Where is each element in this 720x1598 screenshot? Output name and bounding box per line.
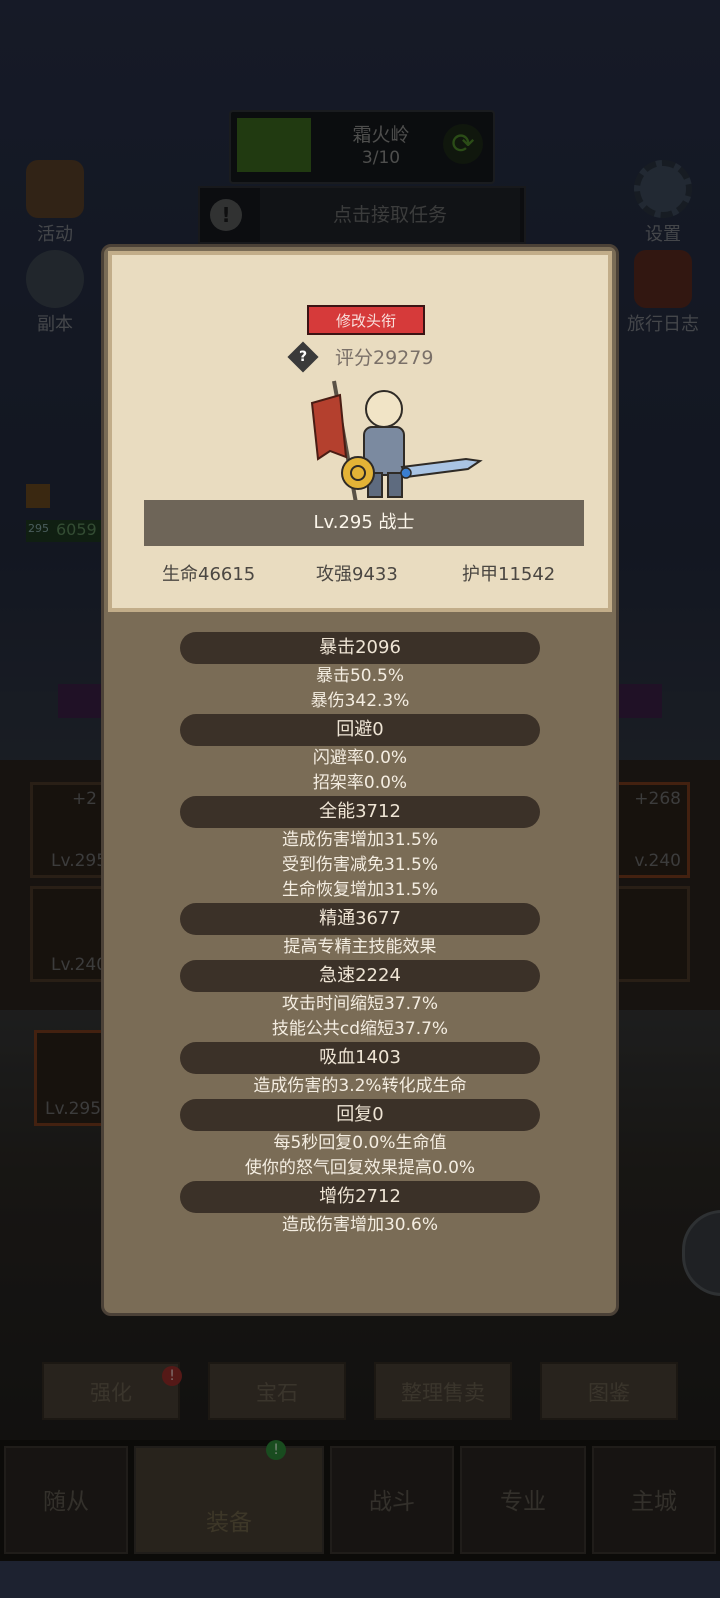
stat-detail: 招架率0.0% bbox=[312, 773, 408, 793]
stat-detail: 每5秒回复0.0%生命值 bbox=[273, 1133, 447, 1153]
stat-detail: 造成伤害增加31.5% bbox=[281, 830, 438, 850]
score-text: 评分29279 bbox=[335, 347, 434, 369]
stat-group-header: 回复0 bbox=[180, 1099, 540, 1131]
stat-group-header: 全能3712 bbox=[180, 796, 540, 828]
stat-group: 回复0 每5秒回复0.0%生命值 使你的怒气回复效果提高0.0% bbox=[104, 1099, 616, 1181]
stat-group: 吸血1403 造成伤害的3.2%转化成生命 bbox=[104, 1042, 616, 1099]
stat-group-header: 吸血1403 bbox=[180, 1042, 540, 1074]
stat-detail: 造成伤害的3.2%转化成生命 bbox=[253, 1076, 467, 1096]
stat-detail: 攻击时间缩短37.7% bbox=[281, 994, 438, 1014]
stat-detail: 造成伤害增加30.6% bbox=[281, 1215, 438, 1235]
stat-detail: 技能公共cd缩短37.7% bbox=[271, 1019, 449, 1039]
stat-group-header: 急速2224 bbox=[180, 960, 540, 992]
character-stats-popup: 修改头衔 ? 评分29279 Lv.295 战士 生命46615 攻强9433 … bbox=[101, 244, 619, 1316]
stat-group: 回避0 闪避率0.0% 招架率0.0% bbox=[104, 714, 616, 796]
stat-group: 精通3677 提高专精主技能效果 bbox=[104, 903, 616, 960]
warrior-character-icon bbox=[310, 380, 483, 504]
stat-group: 急速2224 攻击时间缩短37.7% 技能公共cd缩短37.7% bbox=[104, 960, 616, 1042]
stat-detail: 暴击50.5% bbox=[315, 666, 404, 686]
stat-group-header: 增伤2712 bbox=[180, 1181, 540, 1213]
help-glyph: ? bbox=[298, 349, 308, 365]
character-card: 修改头衔 ? 评分29279 Lv.295 战士 生命46615 攻强9433 … bbox=[108, 251, 612, 612]
stat-group-header: 暴击2096 bbox=[180, 632, 540, 664]
stat-group: 增伤2712 造成伤害增加30.6% bbox=[104, 1181, 616, 1238]
stat-group: 暴击2096 暴击50.5% 暴伤342.3% bbox=[104, 632, 616, 714]
edit-title-button[interactable]: 修改头衔 bbox=[307, 305, 425, 335]
stat-group: 全能3712 造成伤害增加31.5% 受到伤害减免31.5% 生命恢复增加31.… bbox=[104, 796, 616, 903]
hp-stat: 生命46615 bbox=[162, 564, 256, 585]
stat-detail: 受到伤害减免31.5% bbox=[281, 855, 438, 875]
stat-detail: 暴伤342.3% bbox=[310, 691, 410, 711]
stat-detail: 生命恢复增加31.5% bbox=[281, 880, 438, 900]
stat-detail: 使你的怒气回复效果提高0.0% bbox=[244, 1158, 476, 1178]
stat-group-header: 回避0 bbox=[180, 714, 540, 746]
basic-stats-row: 生命46615 攻强9433 护甲11542 bbox=[112, 555, 608, 595]
stat-list: 暴击2096 暴击50.5% 暴伤342.3% 回避0 闪避率0.0% 招架率0… bbox=[104, 632, 616, 1238]
stat-detail: 提高专精主技能效果 bbox=[283, 937, 437, 957]
stat-detail: 闪避率0.0% bbox=[312, 748, 408, 768]
stat-group-header: 精通3677 bbox=[180, 903, 540, 935]
help-icon[interactable]: ? bbox=[287, 341, 319, 373]
attack-stat: 攻强9433 bbox=[316, 564, 398, 585]
armor-stat: 护甲11542 bbox=[462, 564, 556, 585]
level-class-bar: Lv.295 战士 bbox=[144, 500, 584, 546]
